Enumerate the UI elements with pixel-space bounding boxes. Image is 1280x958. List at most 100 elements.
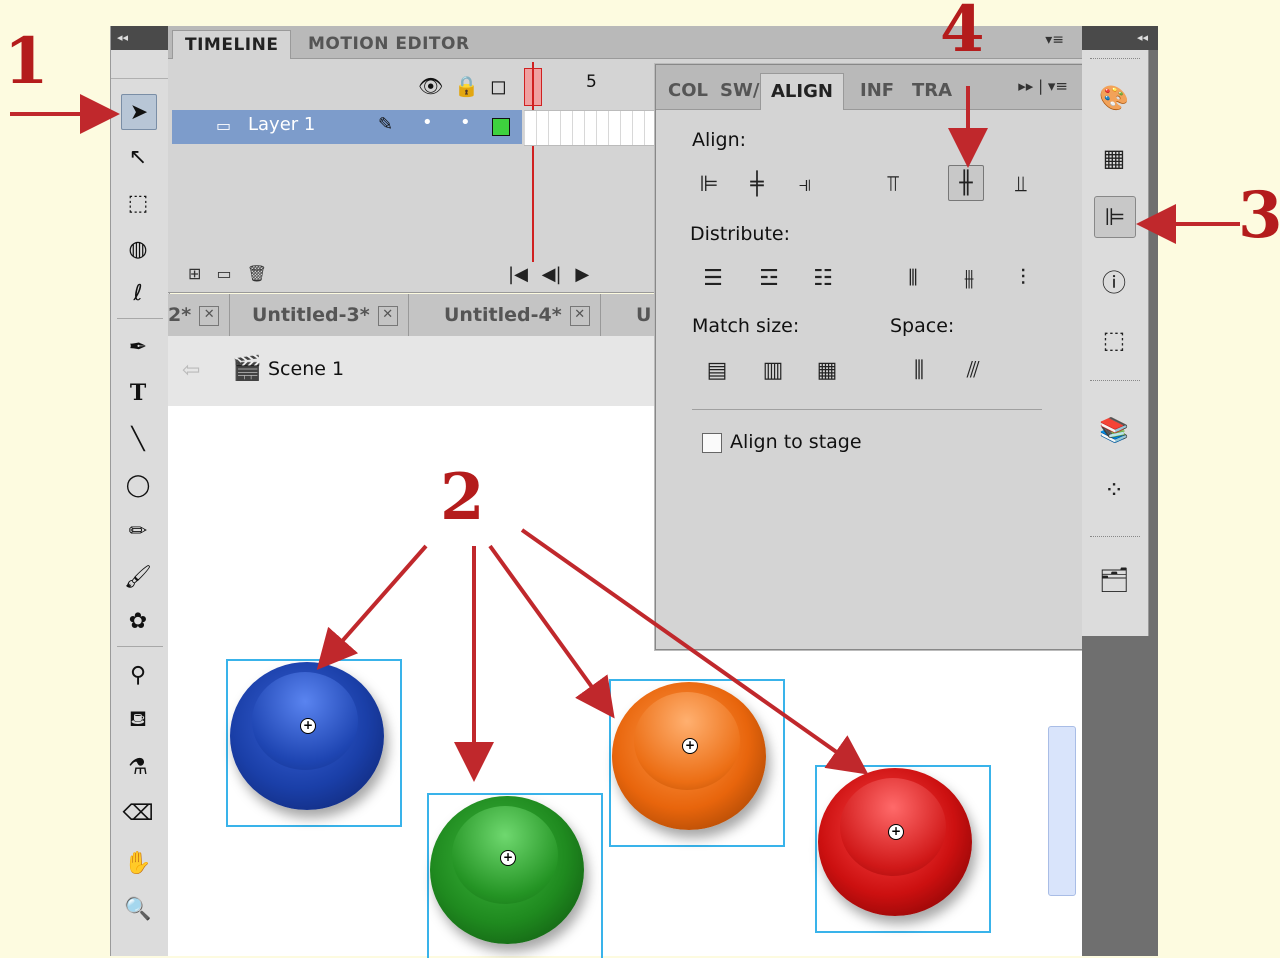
tab-info[interactable]: INF: [854, 73, 900, 109]
pencil-tool[interactable]: ✏: [121, 514, 155, 548]
match-width-and-height-icon[interactable]: ▦: [810, 353, 844, 387]
space-evenly-vertically-icon[interactable]: ⫼: [902, 353, 936, 387]
frame-number: 5: [586, 72, 597, 92]
align-to-stage-checkbox[interactable]: [702, 433, 722, 453]
distribute-bottom-icon[interactable]: ☷: [806, 261, 840, 295]
align-horizontal-center-icon[interactable]: ╪: [740, 167, 774, 201]
step-back-icon[interactable]: ◀|: [542, 264, 562, 285]
tab-transform[interactable]: TRA: [906, 73, 958, 109]
go-to-first-icon[interactable]: |◀: [508, 264, 528, 285]
3d-rotation-tool[interactable]: ◍: [121, 232, 155, 266]
back-arrow-icon[interactable]: ⇦: [182, 358, 200, 383]
oval-tool[interactable]: ◯: [121, 468, 155, 502]
vertical-scrollbar-thumb[interactable]: [1048, 726, 1076, 896]
free-transform-tool[interactable]: ⬚: [121, 186, 155, 220]
hand-tool[interactable]: ✋: [121, 846, 155, 880]
document-tab[interactable]: 2* ✕: [168, 294, 231, 336]
tools-divider: [117, 318, 163, 319]
align-left-edge-icon[interactable]: ⊫: [692, 167, 726, 201]
text-tool[interactable]: T: [121, 376, 155, 410]
zoom-tool[interactable]: 🔍: [121, 892, 155, 926]
distribute-left-icon[interactable]: ⫴: [896, 261, 930, 295]
red-button[interactable]: +: [818, 768, 972, 916]
scene-label[interactable]: Scene 1: [268, 358, 344, 380]
trash-icon[interactable]: 🗑: [247, 264, 267, 283]
tab-timeline[interactable]: TIMELINE: [172, 30, 292, 59]
motion-presets-icon[interactable]: ⁘: [1094, 470, 1134, 510]
eye-icon[interactable]: 👁: [418, 74, 443, 98]
match-width-icon[interactable]: ▤: [700, 353, 734, 387]
layer-name[interactable]: Layer 1: [248, 114, 315, 135]
align-right-edge-icon[interactable]: ⫣: [788, 167, 822, 201]
document-tab[interactable]: U: [626, 294, 658, 336]
distribute-right-icon[interactable]: ⫶: [1006, 261, 1040, 295]
dock-grip[interactable]: [1090, 58, 1140, 62]
document-tab[interactable]: Untitled-3* ✕: [242, 294, 409, 336]
dock-grip[interactable]: [1090, 536, 1140, 540]
tab-swatches[interactable]: SW/: [714, 73, 765, 109]
lasso-tool[interactable]: ℓ: [121, 276, 155, 310]
registration-point-icon: +: [888, 824, 904, 840]
panel-menu-icon[interactable]: ▸▸ | ▾≡: [1018, 77, 1068, 95]
visibility-dot-icon[interactable]: •: [422, 112, 433, 133]
info-icon[interactable]: ⓘ: [1094, 260, 1134, 300]
components-icon[interactable]: 🗂: [1094, 560, 1134, 600]
playhead-line: [532, 62, 534, 262]
distribute-vertical-center-icon[interactable]: ☲: [752, 261, 786, 295]
align-vertical-center-icon[interactable]: ╫: [948, 165, 984, 201]
paint-bucket-tool[interactable]: ⛾: [121, 704, 155, 738]
tab-motion-editor[interactable]: MOTION EDITOR: [296, 30, 482, 58]
lock-icon[interactable]: 🔒: [454, 74, 479, 98]
distribute-top-icon[interactable]: ☰: [696, 261, 730, 295]
space-evenly-horizontally-icon[interactable]: ⫻: [956, 353, 990, 387]
pen-tool[interactable]: ✒: [121, 330, 155, 364]
swatches-icon[interactable]: ▦: [1094, 138, 1134, 178]
registration-point-icon: +: [300, 718, 316, 734]
green-button[interactable]: +: [430, 796, 584, 944]
close-icon[interactable]: ✕: [569, 305, 590, 326]
registration-point-icon: +: [500, 850, 516, 866]
eraser-tool[interactable]: ⌫: [121, 796, 155, 830]
orange-button[interactable]: +: [612, 682, 766, 830]
align-bottom-edge-icon[interactable]: ⫫: [1004, 167, 1038, 201]
layer-row[interactable]: ▭ Layer 1 ✎ • •: [172, 110, 522, 144]
match-height-icon[interactable]: ▥: [756, 353, 790, 387]
close-icon[interactable]: ✕: [377, 305, 398, 326]
tools-panel-collapse[interactable]: ◂◂: [111, 26, 169, 50]
close-icon[interactable]: ✕: [199, 305, 220, 326]
bone-tool[interactable]: ⚲: [121, 658, 155, 692]
scene-clapper-icon: 🎬: [232, 354, 262, 382]
distribute-horizontal-center-icon[interactable]: ⫵: [952, 261, 986, 295]
tab-color[interactable]: COL: [662, 73, 714, 109]
document-tab[interactable]: Untitled-4* ✕: [434, 294, 601, 336]
layer-color-swatch[interactable]: [492, 118, 510, 136]
new-folder-icon[interactable]: ▭: [217, 264, 232, 283]
transform-icon[interactable]: ⬚: [1094, 320, 1134, 360]
eyedropper-tool[interactable]: ⚗: [121, 750, 155, 784]
lock-dot-icon[interactable]: •: [460, 112, 471, 133]
library-icon[interactable]: 📚: [1094, 410, 1134, 450]
tools-panel-grip[interactable]: [111, 50, 169, 79]
document-tab-label: Untitled-3*: [252, 304, 370, 326]
align-panel-icon[interactable]: ⊫: [1094, 196, 1136, 238]
new-layer-icon[interactable]: ⊞: [188, 264, 201, 283]
subselection-tool[interactable]: ↖: [121, 140, 155, 174]
selection-tool[interactable]: ➤: [121, 94, 157, 130]
blue-button[interactable]: +: [230, 662, 384, 810]
dock-grip[interactable]: [1090, 380, 1140, 384]
color-palette-icon[interactable]: 🎨: [1094, 78, 1134, 118]
document-tab-label: 2*: [168, 304, 192, 326]
play-icon[interactable]: ▶: [575, 264, 589, 285]
align-heading: Align:: [692, 129, 747, 151]
deco-tool[interactable]: ✿: [121, 604, 155, 638]
panel-menu-icon[interactable]: ▾≡: [1045, 32, 1064, 48]
layer-icon: ▭: [216, 116, 232, 135]
brush-tool[interactable]: 🖌: [121, 560, 155, 594]
dock-collapse-icon[interactable]: ◂◂: [1082, 26, 1158, 50]
frame-cells[interactable]: [524, 110, 654, 146]
line-tool[interactable]: ╲: [121, 422, 155, 456]
align-top-edge-icon[interactable]: ⫪: [876, 167, 910, 201]
align-to-stage-label[interactable]: Align to stage: [730, 431, 862, 453]
outline-icon[interactable]: ◻: [490, 74, 507, 98]
tab-align[interactable]: ALIGN: [760, 73, 844, 110]
